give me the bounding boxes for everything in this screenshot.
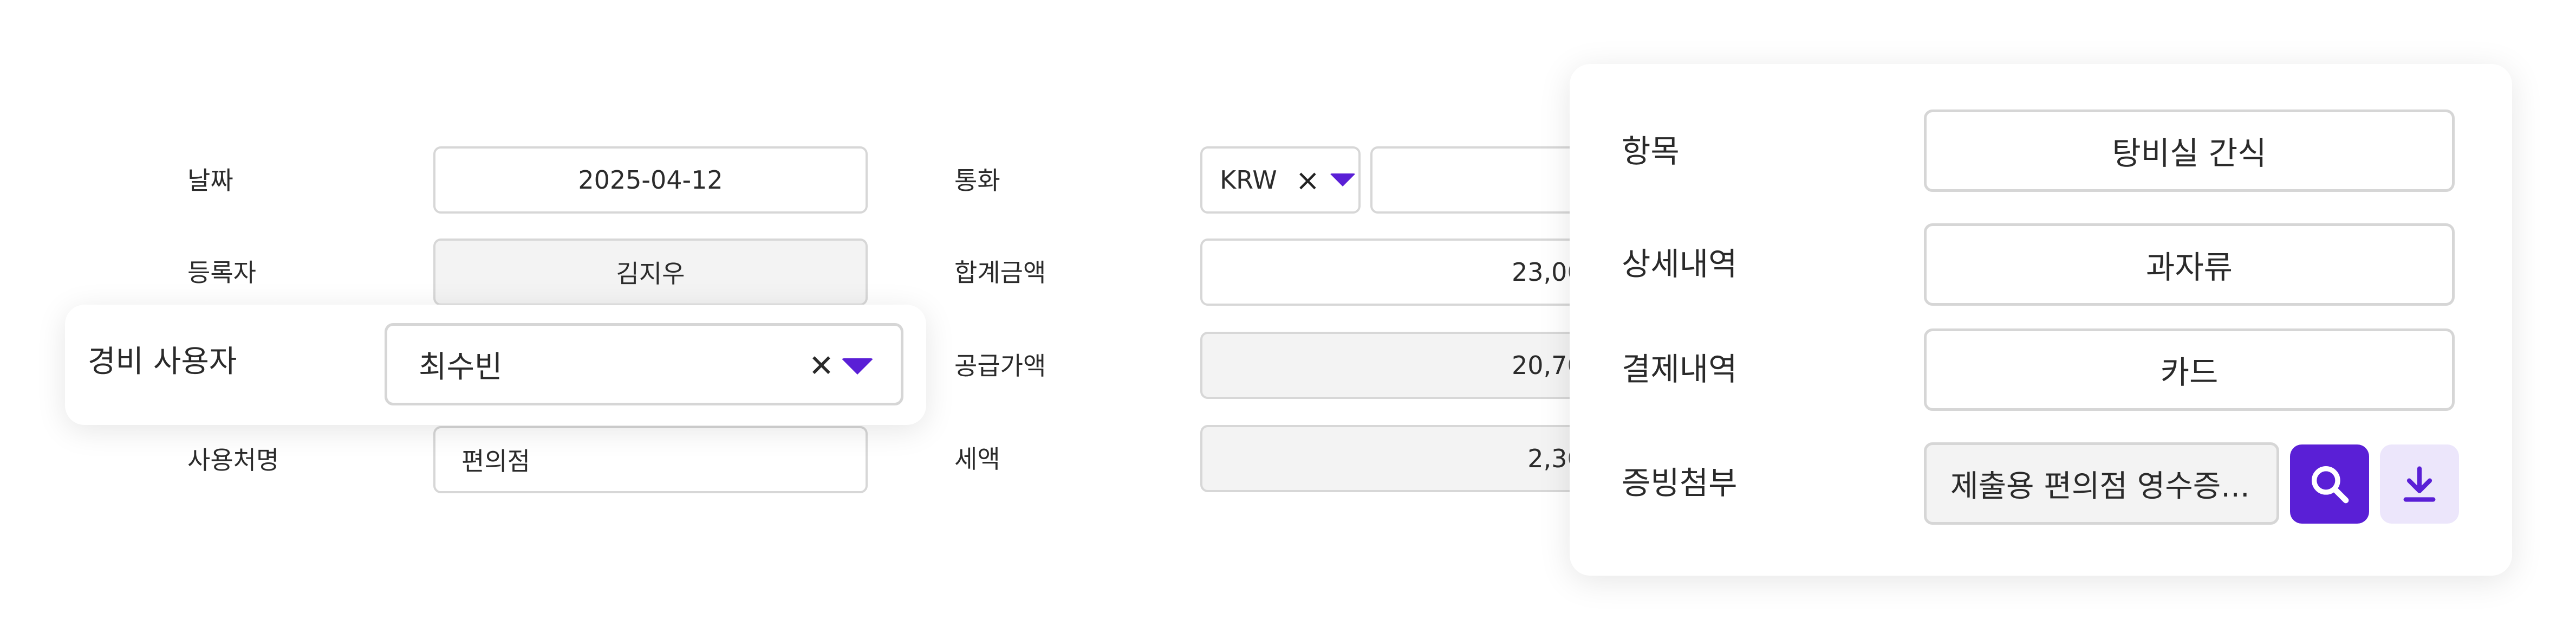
attachment-file-field: 제출용 편의점 영수증...	[1924, 442, 2279, 525]
merchant-field[interactable]: 편의점	[433, 426, 868, 493]
search-button[interactable]	[2290, 444, 2369, 524]
details-field[interactable]: 과자류	[1924, 223, 2455, 306]
payment-label: 결제내역	[1622, 351, 1738, 388]
total-label: 합계금액	[954, 258, 1046, 287]
download-button[interactable]	[2380, 444, 2459, 524]
magnifier-icon	[2312, 466, 2349, 504]
expense-user-select[interactable]: 최수빈 ✕	[385, 323, 903, 405]
attachment-filename: 제출용 편의점 영수증...	[1950, 468, 2250, 504]
supply-field: 20,700	[1200, 332, 1609, 399]
item-label: 항목	[1622, 133, 1680, 170]
details-label: 상세내역	[1622, 246, 1738, 282]
download-icon	[2403, 466, 2436, 502]
expense-user-value: 최수빈	[419, 349, 503, 385]
expense-user-card: 경비 사용자 최수빈 ✕	[65, 305, 926, 425]
registrant-field: 김지우	[433, 239, 868, 306]
date-label: 날짜	[187, 166, 233, 195]
close-icon[interactable]: ×	[1296, 163, 1320, 197]
expense-detail-card: 항목 탕비실 간식 상세내역 과자류 결제내역 카드 증빙첨부 제출용 편의점 …	[1570, 64, 2512, 576]
caret-down-icon[interactable]	[841, 358, 874, 375]
currency-value: KRW	[1220, 165, 1277, 195]
supply-label: 공급가액	[954, 351, 1046, 381]
item-field[interactable]: 탕비실 간식	[1924, 109, 2455, 192]
caret-down-icon[interactable]	[1330, 173, 1356, 186]
currency-select[interactable]: KRW ×	[1200, 146, 1361, 214]
total-field[interactable]: 23,000	[1200, 239, 1609, 306]
payment-field[interactable]: 카드	[1924, 328, 2455, 411]
close-icon[interactable]: ✕	[809, 349, 834, 384]
merchant-label: 사용처명	[187, 446, 279, 475]
tax-label: 세액	[954, 444, 1000, 474]
currency-label: 통화	[954, 166, 1000, 195]
date-field[interactable]: 2025-04-12	[433, 146, 868, 214]
registrant-label: 등록자	[187, 258, 256, 287]
tax-field: 2,300	[1200, 425, 1609, 492]
expense-user-label: 경비 사용자	[88, 344, 237, 379]
attachment-label: 증빙첨부	[1622, 465, 1738, 501]
